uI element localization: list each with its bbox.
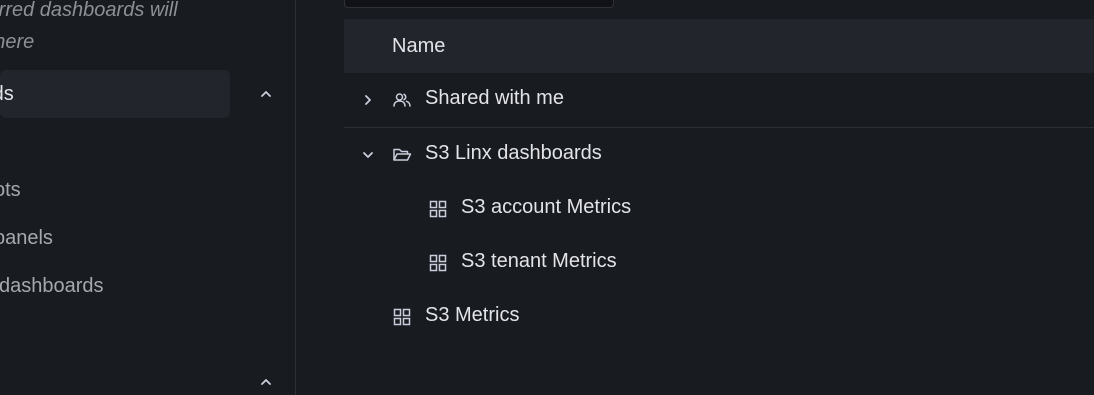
chevron-up-icon[interactable] [256,84,276,104]
chevron-up-icon[interactable] [256,372,276,392]
nav-section-label: rds [0,82,14,105]
column-header-name: Name [392,34,446,57]
browse-dashboards-panel: Name Shared with me S3 Linx dashboards S… [296,0,1094,395]
sidebar-item-snapshots[interactable]: ots [0,174,21,206]
table-row[interactable]: Shared with me [344,73,1094,128]
sidebar: tarred dashboards will r here rds ots pa… [0,0,296,395]
row-label[interactable]: S3 Linx dashboards [425,142,602,165]
row-label[interactable]: Shared with me [425,87,564,110]
chevron-down-icon[interactable] [358,145,378,165]
table-row[interactable]: S3 Metrics [344,290,1094,344]
users-icon [392,90,412,110]
starred-empty-hint: tarred dashboards will r here [0,0,178,53]
sidebar-item-public-dashboards[interactable]: dashboards [0,270,104,302]
apps-icon [428,199,448,219]
sidebar-item-library-panels[interactable]: panels [0,222,53,254]
chevron-right-icon[interactable] [358,90,378,110]
table-row[interactable]: S3 account Metrics [344,182,1094,236]
table-header: Name [344,19,1094,73]
apps-icon [428,253,448,273]
row-label[interactable]: S3 account Metrics [461,196,631,219]
folder-open-icon [392,145,412,165]
nav-section-dashboards[interactable]: rds [0,70,230,118]
table-row[interactable]: S3 Linx dashboards [344,128,1094,182]
row-label[interactable]: S3 Metrics [425,304,519,327]
row-label[interactable]: S3 tenant Metrics [461,250,617,273]
apps-icon [392,307,412,327]
search-input[interactable] [344,0,614,8]
table-row[interactable]: S3 tenant Metrics [344,236,1094,290]
